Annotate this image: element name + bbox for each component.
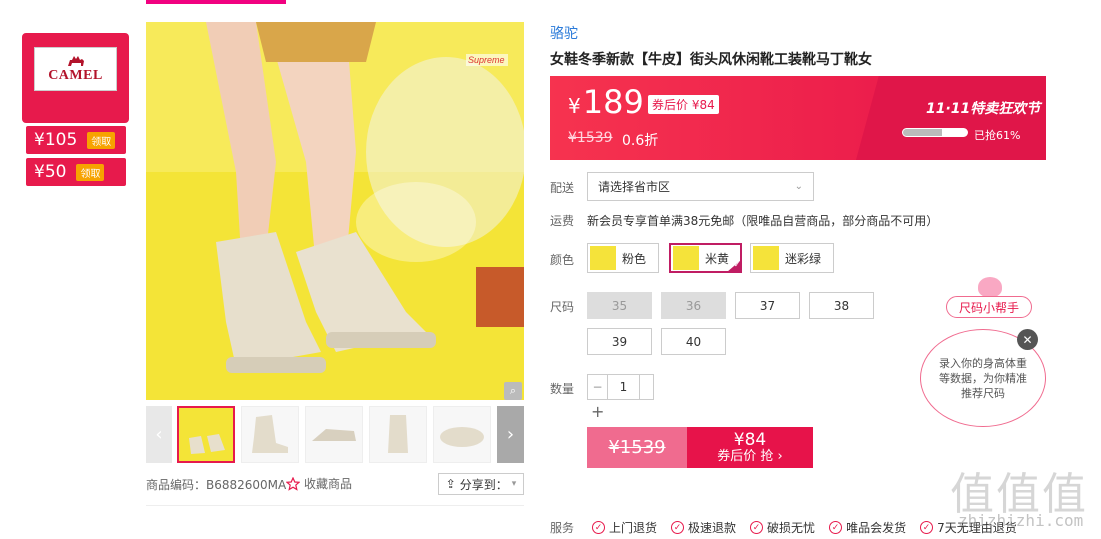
buy-action-label: 券后价 抢 › xyxy=(717,448,783,464)
original-price: ¥1539 xyxy=(568,130,613,146)
size-option-39[interactable]: 39 xyxy=(587,328,652,355)
check-icon: ✓ xyxy=(727,260,741,272)
star-icon xyxy=(286,476,300,491)
top-accent-bar xyxy=(146,0,286,4)
brand-logo-text: CAMEL xyxy=(48,68,103,83)
svg-text:Supreme: Supreme xyxy=(468,55,505,65)
size-option-35: 35 xyxy=(587,292,652,319)
color-swatch xyxy=(673,246,699,270)
thumbnail[interactable] xyxy=(369,406,427,463)
freight-text: 新会员专享首单满38元免邮（限唯品自营商品，部分商品不可用） xyxy=(587,214,939,228)
sold-percentage: 已抢61% xyxy=(974,129,1021,142)
share-icon: ⇪ xyxy=(445,477,456,491)
services-row: 服务 ✓ 上门退货 ✓ 极速退款 ✓ 破损无忧 ✓ 唯品会发货 ✓ 7天无理由退货 xyxy=(550,519,1017,536)
thumbnail[interactable] xyxy=(305,406,363,463)
product-title: 女鞋冬季新款【牛皮】街头风休闲靴工装靴马丁靴女 xyxy=(550,52,872,68)
color-swatch xyxy=(753,246,779,270)
brand-logo: CAMEL xyxy=(34,47,117,91)
discount-rate: 0.6折 xyxy=(622,133,659,149)
check-icon: ✓ xyxy=(829,521,843,534)
quantity-increase-button[interactable]: + xyxy=(591,402,604,421)
buy-original-price: ¥1539 xyxy=(587,427,687,468)
zoom-icon[interactable]: ⌕ xyxy=(504,382,522,400)
buy-button[interactable]: ¥1539 ¥84 券后价 抢 › xyxy=(587,427,813,468)
check-icon: ✓ xyxy=(750,521,764,534)
color-label: 颜色 xyxy=(550,253,575,267)
service-item: ✓ 破损无忧 xyxy=(750,519,815,536)
divider xyxy=(146,505,524,506)
service-item: ✓ 唯品会发货 xyxy=(829,519,906,536)
thumb-prev-button[interactable]: ‹ xyxy=(146,406,172,463)
color-option-pink[interactable]: 粉色 xyxy=(587,243,659,273)
share-dropdown[interactable]: ⇪ 分享到： ▾ xyxy=(438,473,524,495)
brand-card[interactable]: CAMEL xyxy=(22,33,129,123)
claim-coupon-button[interactable]: 领取 xyxy=(76,163,105,181)
size-option-38[interactable]: 38 xyxy=(809,292,874,319)
quantity-stepper[interactable]: − 1 xyxy=(587,374,654,400)
size-helper-tag[interactable]: 尺码小帮手 xyxy=(946,296,1032,318)
color-swatch xyxy=(590,246,616,270)
check-icon: ✓ xyxy=(671,521,685,534)
buy-price: ¥84 xyxy=(733,430,767,450)
camel-icon xyxy=(67,56,84,66)
region-select[interactable]: 请选择省市区 ⌄ xyxy=(587,172,814,201)
region-select-value: 请选择省市区 xyxy=(598,180,671,194)
brand-link[interactable]: 骆驼 xyxy=(550,23,578,43)
services-label: 服务 xyxy=(550,521,575,535)
size-label: 尺码 xyxy=(550,300,575,314)
check-icon: ✓ xyxy=(592,521,606,534)
coupon-amount: ¥105 xyxy=(34,130,78,150)
chevron-down-icon: ▾ xyxy=(511,479,517,489)
coupon-amount: ¥50 xyxy=(34,162,67,182)
thumbnail[interactable] xyxy=(177,406,235,463)
color-option-camo-green[interactable]: 迷彩绿 xyxy=(750,243,834,273)
color-option-beige[interactable]: 米黄 ✓ xyxy=(669,243,742,273)
thumb-next-button[interactable]: › xyxy=(497,406,524,463)
product-code: 商品编码：B6882600MA xyxy=(146,478,287,492)
favorite-button[interactable]: 收藏商品 xyxy=(286,475,352,492)
buy-coupon-price: ¥84 券后价 抢 › xyxy=(687,427,813,468)
current-price: ¥189 xyxy=(568,83,644,121)
quantity-decrease-button[interactable]: − xyxy=(588,375,608,399)
color-option-label: 迷彩绿 xyxy=(785,251,822,266)
service-item: ✓ 极速退款 xyxy=(671,519,736,536)
claim-coupon-button[interactable]: 领取 xyxy=(87,131,116,149)
freight-label: 运费 xyxy=(550,214,575,228)
quantity-label: 数量 xyxy=(550,382,575,396)
share-label: 分享到： xyxy=(459,477,508,492)
shipping-label: 配送 xyxy=(550,181,575,195)
favorite-label: 收藏商品 xyxy=(304,477,353,491)
size-option-37[interactable]: 37 xyxy=(735,292,800,319)
size-option-40[interactable]: 40 xyxy=(661,328,726,355)
coupon-105[interactable]: ¥105 领取 xyxy=(26,126,126,154)
color-option-label: 粉色 xyxy=(622,251,647,266)
sold-progress-bar xyxy=(902,128,968,137)
after-coupon-badge: 券后价 ¥84 xyxy=(648,95,719,114)
quantity-input[interactable]: 1 xyxy=(608,375,639,399)
color-option-label: 米黄 xyxy=(705,251,730,266)
coupon-50[interactable]: ¥50 领取 xyxy=(26,158,126,186)
quantity-stepper-edge xyxy=(639,375,653,399)
watermark-url: zhizhizhi.com xyxy=(958,511,1084,530)
event-title: 11·11特卖狂欢节 xyxy=(926,101,1041,117)
chevron-down-icon: ⌄ xyxy=(794,181,803,192)
close-icon[interactable]: ✕ xyxy=(1017,329,1038,350)
product-main-image[interactable]: Supreme xyxy=(146,22,524,400)
thumbnail[interactable] xyxy=(241,406,299,463)
check-icon: ✓ xyxy=(920,521,934,534)
pig-mascot-icon xyxy=(978,277,1002,297)
thumbnail[interactable] xyxy=(433,406,491,463)
service-item: ✓ 上门退货 xyxy=(592,519,657,536)
size-option-36: 36 xyxy=(661,292,726,319)
